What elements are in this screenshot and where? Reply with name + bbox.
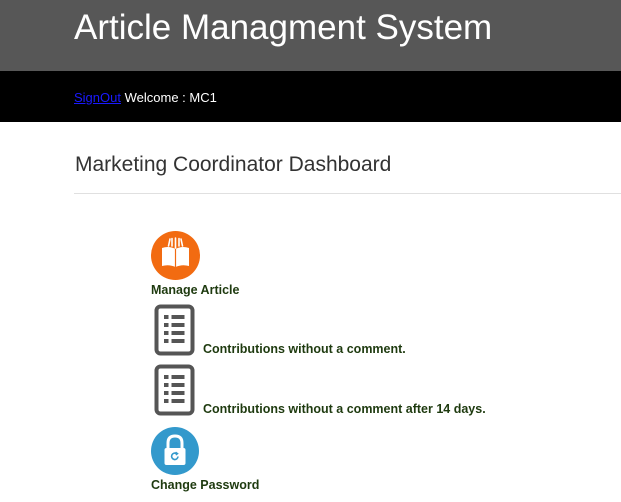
- document-list-icon: [154, 364, 195, 416]
- app-header: Article Managment System: [0, 0, 621, 71]
- signout-link[interactable]: SignOut: [74, 90, 121, 105]
- title-divider: [74, 193, 621, 194]
- manage-article-link[interactable]: Manage Article: [150, 230, 260, 300]
- contributions-no-comment-14-days-link[interactable]: Contributions without a comment after 14…: [154, 364, 504, 416]
- book-icon: [151, 231, 200, 280]
- contributions-no-comment-link[interactable]: Contributions without a comment.: [154, 304, 424, 356]
- user-info: SignOut Welcome : MC1: [74, 90, 217, 106]
- welcome-text: Welcome : MC1: [124, 90, 217, 105]
- contributions-no-comment-label: Contributions without a comment.: [203, 342, 406, 356]
- user-bar: SignOut Welcome : MC1: [0, 71, 621, 122]
- contributions-no-comment-14-days-label: Contributions without a comment after 14…: [203, 402, 486, 416]
- document-list-icon: [154, 304, 195, 356]
- padlock-icon: [151, 427, 199, 475]
- app-title: Article Managment System: [74, 8, 493, 47]
- change-password-link[interactable]: Change Password: [150, 426, 270, 496]
- manage-article-label: Manage Article: [151, 283, 240, 297]
- change-password-label: Change Password: [151, 478, 260, 492]
- page-title: Marketing Coordinator Dashboard: [75, 153, 392, 176]
